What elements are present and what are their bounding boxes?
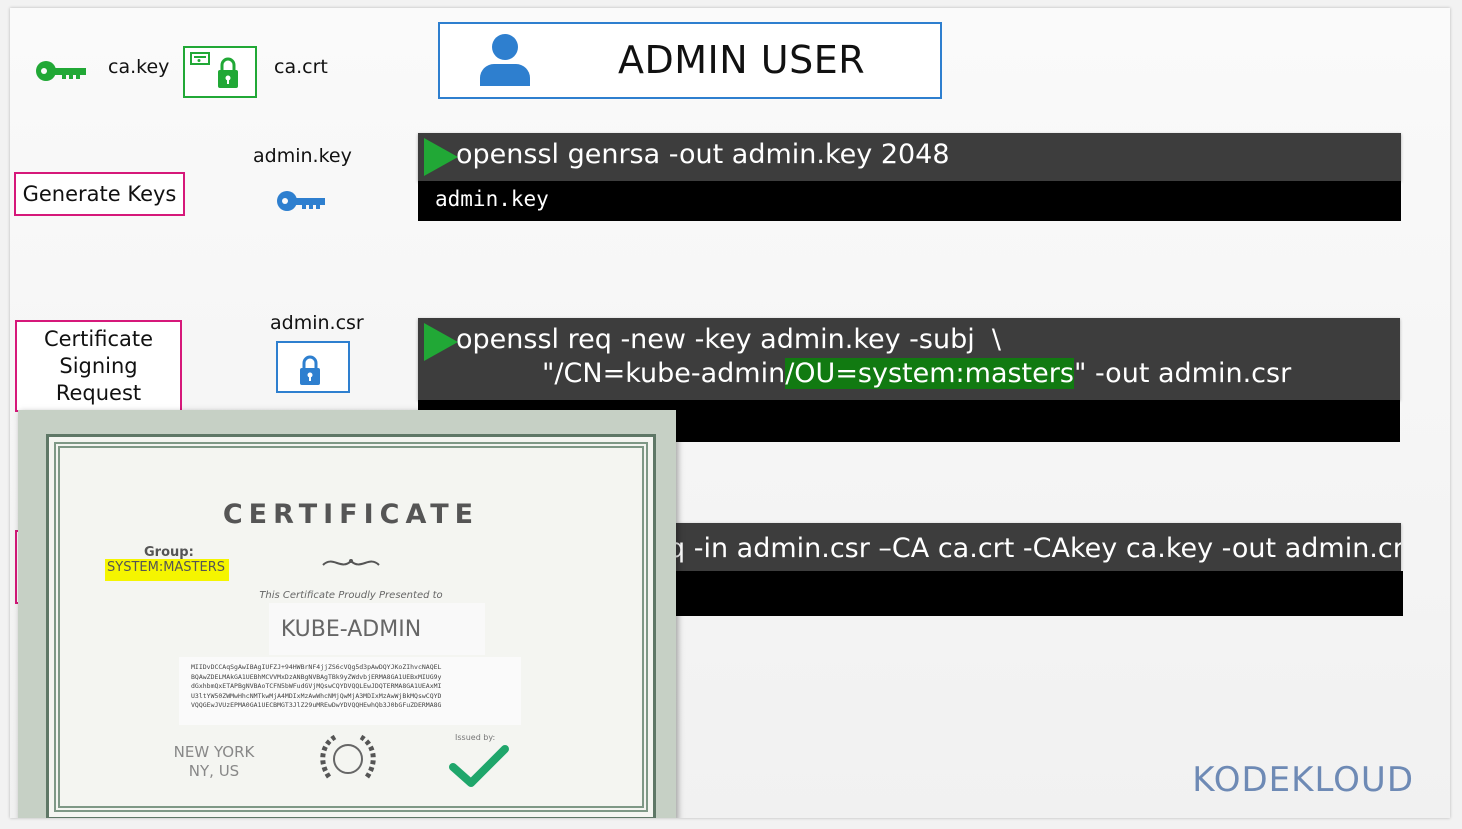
admin-csr-icon [276, 341, 350, 393]
certificate-title: CERTIFICATE [222, 499, 480, 530]
certificate-location: NEW YORK NY, US [159, 743, 269, 781]
certificate-presented-text: This Certificate Proudly Presented to [259, 590, 443, 601]
terminal-output-genrsa: admin.key [418, 181, 1401, 221]
command-req-cn: "/CN=kube-admin [542, 358, 786, 389]
certificate-recipient: KUBE-ADMIN [280, 617, 422, 642]
ca-key-label: ca.key [108, 56, 170, 78]
kodekloud-logo: KODEKLOUD [1192, 760, 1414, 800]
laurel-wreath-icon [315, 729, 381, 793]
certificate-key-line: MIIDvDCCAqSgAwIBAgIUFZJ+94HWBrNF4jjZS6cV… [191, 663, 442, 671]
slide: ca.key ca.crt ADMIN USER Generate Keys a… [10, 8, 1450, 818]
certificate-key-line: dGxhbmQxETAPBgNVBAoTCFN5bWFudGVjMQswCQYD… [191, 682, 442, 690]
certificate-key-block: MIIDvDCCAqSgAwIBAgIUFZJ+94HWBrNF4jjZS6cV… [179, 657, 521, 725]
certificate-key-line: BQAwZDELMAkGA1UEBhMCVVMxDzANBgNVBAgTBk9y… [191, 672, 442, 681]
play-icon [424, 138, 458, 176]
command-req-ou-highlight: /OU=system:masters [785, 358, 1074, 389]
certificate-frame: CERTIFICATE Group: SYSTEM:MASTERS This C… [46, 434, 656, 818]
title-box: ADMIN USER [438, 22, 942, 99]
admin-key-icon [277, 190, 327, 216]
certificate-location-line1: NEW YORK [173, 743, 255, 761]
command-req-line1: openssl req -new -key admin.key -subj \ [456, 324, 1002, 355]
checkmark-icon [449, 743, 509, 791]
admin-csr-label: admin.csr [270, 312, 364, 334]
terminal-command-req: openssl req -new -key admin.key -subj \ … [418, 318, 1400, 400]
command-req-line2: "/CN=kube-admin/OU=system:masters" -out … [542, 358, 1291, 389]
command-genrsa-text: openssl genrsa -out admin.key 2048 [456, 139, 950, 170]
user-icon [478, 32, 532, 92]
ca-crt-label: ca.crt [274, 56, 328, 78]
command-x509-text: q -in admin.csr –CA ca.crt -CAkey ca.key… [668, 533, 1401, 564]
play-icon [424, 323, 458, 361]
certificate-image: CERTIFICATE Group: SYSTEM:MASTERS This C… [18, 410, 676, 818]
certificate-group-label: Group: [144, 545, 194, 560]
step-generate-keys-label: Generate Keys [22, 181, 177, 206]
admin-key-label: admin.key [253, 145, 352, 167]
command-req-suffix: " -out admin.csr [1073, 358, 1292, 389]
flourish-ornament [321, 553, 381, 577]
certificate-group-value: SYSTEM:MASTERS [105, 559, 229, 581]
certificate-key-line: U3ltYW50ZWMwHhcNMTkwMjA4MDIxMzAwWhcNMjQw… [191, 691, 442, 700]
step-csr: Certificate Signing Request [15, 320, 182, 412]
certificate-issued-by: Issued by: [455, 733, 496, 742]
certificate-key-line: VQQGEwJVUzEPMA0GA1UECBMGT3JlZ29uMREwDwYD… [191, 701, 442, 709]
output-genrsa-text: admin.key [435, 187, 549, 211]
ca-key-icon [36, 60, 88, 86]
terminal-command-genrsa: openssl genrsa -out admin.key 2048 [418, 133, 1401, 181]
certificate-location-line2: NY, US [188, 762, 240, 780]
step-csr-label: Certificate Signing Request [43, 326, 154, 405]
ca-cert-icon [183, 46, 257, 98]
page-title: ADMIN USER [618, 38, 866, 82]
step-generate-keys: Generate Keys [14, 172, 185, 216]
